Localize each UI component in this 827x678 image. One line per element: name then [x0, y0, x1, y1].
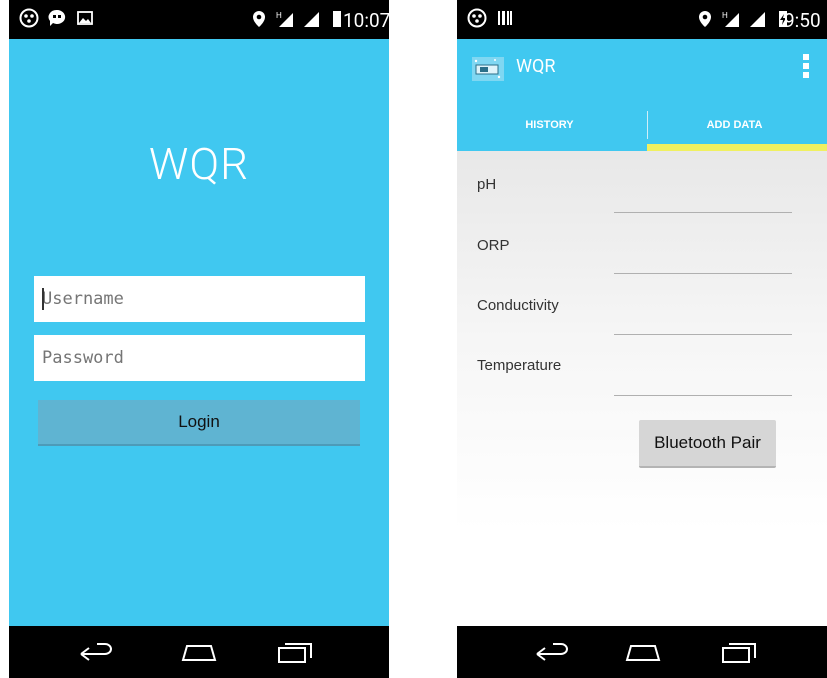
username-input[interactable]: [34, 276, 365, 322]
navigation-bar: [457, 626, 827, 678]
chat-icon: [48, 9, 66, 26]
barcode-icon: [498, 11, 512, 25]
add-data-screen: H 9:50 WQR HISTORY ADD DATA pH ORP Condu…: [457, 0, 827, 678]
hangouts-icon: [19, 8, 39, 28]
tab-history[interactable]: HISTORY: [457, 99, 642, 151]
status-time: 10:07: [343, 9, 389, 32]
temperature-input[interactable]: [614, 395, 792, 396]
temperature-label: Temperature: [477, 357, 562, 374]
signal-icon: [750, 12, 765, 27]
login-screen: H 10:07 WQR Login: [9, 0, 389, 678]
bluetooth-pair-button[interactable]: Bluetooth Pair: [639, 420, 776, 468]
status-bar: H 9:50: [457, 0, 827, 39]
home-icon[interactable]: [623, 638, 663, 666]
navigation-bar: [9, 626, 389, 678]
add-data-form: [457, 151, 827, 626]
text-cursor: [42, 288, 44, 310]
status-time: 9:50: [784, 9, 821, 32]
app-title: WQR: [516, 56, 556, 77]
overflow-menu-icon[interactable]: [803, 53, 809, 79]
home-icon[interactable]: [179, 638, 219, 666]
back-icon[interactable]: [77, 638, 117, 666]
hangouts-icon: [467, 8, 487, 28]
location-icon: [253, 11, 265, 27]
image-icon: [77, 11, 93, 25]
svg-text:H: H: [276, 11, 282, 20]
orp-input[interactable]: [614, 273, 792, 274]
recents-icon[interactable]: [275, 638, 315, 666]
location-icon: [699, 11, 711, 27]
app-logo-icon: [472, 57, 504, 81]
login-button[interactable]: Login: [38, 400, 360, 446]
ph-label: pH: [477, 176, 497, 193]
status-bar: H 10:07: [9, 0, 389, 39]
password-input[interactable]: [34, 335, 365, 381]
svg-text:H: H: [722, 11, 728, 20]
selected-tab-indicator: [647, 144, 827, 151]
hspa-signal-icon: H: [722, 11, 739, 27]
back-icon[interactable]: [533, 638, 573, 666]
conductivity-input[interactable]: [614, 334, 792, 335]
login-background: [9, 39, 389, 626]
conductivity-label: Conductivity: [477, 297, 559, 314]
action-bar: WQR: [457, 39, 827, 99]
hspa-signal-icon: H: [276, 11, 293, 27]
orp-label: ORP: [477, 237, 510, 254]
signal-icon: [304, 12, 319, 27]
ph-input[interactable]: [614, 212, 792, 213]
recents-icon[interactable]: [719, 638, 759, 666]
app-title: WQR: [148, 138, 250, 190]
